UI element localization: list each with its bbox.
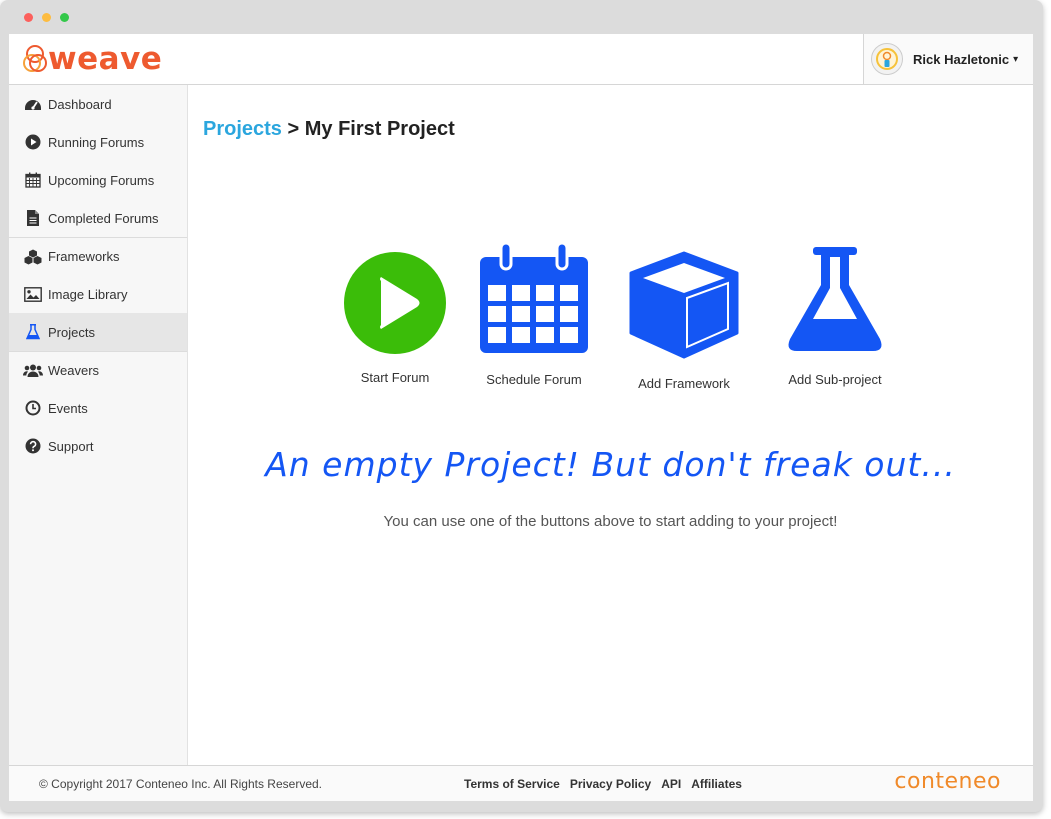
document-icon <box>23 209 43 227</box>
api-link[interactable]: API <box>661 777 681 791</box>
image-icon <box>23 285 43 303</box>
sidebar: Dashboard Running Forums Upcoming Forums… <box>9 85 188 765</box>
add-framework-label: Add Framework <box>638 376 730 391</box>
start-forum-label: Start Forum <box>360 370 430 385</box>
sidebar-item-events[interactable]: Events <box>9 389 187 427</box>
logo-text: weave <box>48 41 163 77</box>
conteneo-logo[interactable]: conteneo <box>894 769 1001 794</box>
empty-state-heading: An empty Project! But don't freak out... <box>265 445 956 484</box>
chevron-down-icon: ▾ <box>1013 53 1019 65</box>
sidebar-item-label: Frameworks <box>48 249 120 264</box>
sidebar-item-weavers[interactable]: Weavers <box>9 351 187 389</box>
calendar-icon <box>480 241 588 353</box>
main-content: Projects > My First Project Start Forum <box>188 85 1033 765</box>
add-framework-button[interactable]: Add Framework <box>619 251 749 391</box>
calendar-icon <box>23 171 43 189</box>
page-title: My First Project <box>304 118 455 140</box>
footer-links: Terms of Service Privacy Policy API Affi… <box>464 777 742 791</box>
flask-icon <box>788 247 882 351</box>
window-controls <box>24 13 69 22</box>
sidebar-item-label: Support <box>48 438 94 454</box>
sidebar-item-label: Completed Forums <box>48 210 159 226</box>
sidebar-item-completed-forums[interactable]: Completed Forums <box>9 199 187 237</box>
sidebar-item-image-library[interactable]: Image Library <box>9 275 187 313</box>
sidebar-item-running-forums[interactable]: Running Forums <box>9 123 187 161</box>
browser-window: weave Rick Hazletonic ▾ Dashboard Runnin… <box>0 0 1043 812</box>
breadcrumb-separator: > <box>281 118 305 140</box>
top-bar: weave Rick Hazletonic ▾ <box>9 34 1033 85</box>
clock-icon <box>23 399 43 417</box>
sidebar-item-support[interactable]: Support <box>9 427 187 465</box>
app: weave Rick Hazletonic ▾ Dashboard Runnin… <box>9 34 1033 801</box>
sidebar-item-frameworks[interactable]: Frameworks <box>9 237 187 275</box>
footer: © Copyright 2017 Conteneo Inc. All Right… <box>9 765 1033 801</box>
sidebar-item-label: Weavers <box>48 363 100 378</box>
sidebar-item-projects[interactable]: Projects <box>9 313 187 351</box>
flask-icon <box>23 323 43 341</box>
sidebar-item-dashboard[interactable]: Dashboard <box>9 85 187 123</box>
users-icon <box>23 362 43 380</box>
minimize-window-button[interactable] <box>42 13 51 22</box>
play-circle-icon <box>344 252 446 354</box>
sidebar-item-label: Image Library <box>48 286 128 302</box>
cube-icon <box>629 251 739 359</box>
action-buttons: Start Forum Schedule Forum Add Framework… <box>328 241 928 401</box>
question-circle-icon <box>23 437 43 455</box>
maximize-window-button[interactable] <box>60 13 69 22</box>
cubes-icon <box>23 248 43 266</box>
schedule-forum-button[interactable]: Schedule Forum <box>474 241 594 387</box>
sidebar-item-label: Dashboard <box>48 96 112 112</box>
privacy-policy-link[interactable]: Privacy Policy <box>570 777 651 791</box>
avatar <box>871 43 903 75</box>
close-window-button[interactable] <box>24 13 33 22</box>
sidebar-item-label: Running Forums <box>48 134 145 150</box>
sidebar-item-label: Upcoming Forums <box>48 172 155 188</box>
copyright-text: © Copyright 2017 Conteneo Inc. All Right… <box>39 777 322 791</box>
add-sub-project-button[interactable]: Add Sub-project <box>775 247 895 387</box>
schedule-forum-label: Schedule Forum <box>486 372 582 387</box>
breadcrumb: Projects > My First Project <box>203 118 455 141</box>
user-name: Rick Hazletonic <box>913 51 1010 67</box>
dashboard-gauge-icon <box>23 95 43 113</box>
affiliates-link[interactable]: Affiliates <box>691 777 742 791</box>
add-sub-project-label: Add Sub-project <box>788 372 882 387</box>
sidebar-item-label: Projects <box>48 324 95 340</box>
breadcrumb-projects-link[interactable]: Projects <box>203 118 282 140</box>
terms-of-service-link[interactable]: Terms of Service <box>464 777 560 791</box>
empty-state-text: You can use one of the buttons above to … <box>383 513 838 530</box>
play-circle-icon <box>23 133 43 151</box>
sidebar-item-upcoming-forums[interactable]: Upcoming Forums <box>9 161 187 199</box>
sidebar-item-label: Events <box>48 400 88 416</box>
start-forum-button[interactable]: Start Forum <box>340 251 450 385</box>
user-menu[interactable]: Rick Hazletonic ▾ <box>863 34 1033 84</box>
weave-logo-icon <box>23 45 47 72</box>
user-avatar-icon <box>876 48 898 70</box>
weave-logo[interactable]: weave <box>23 41 162 77</box>
